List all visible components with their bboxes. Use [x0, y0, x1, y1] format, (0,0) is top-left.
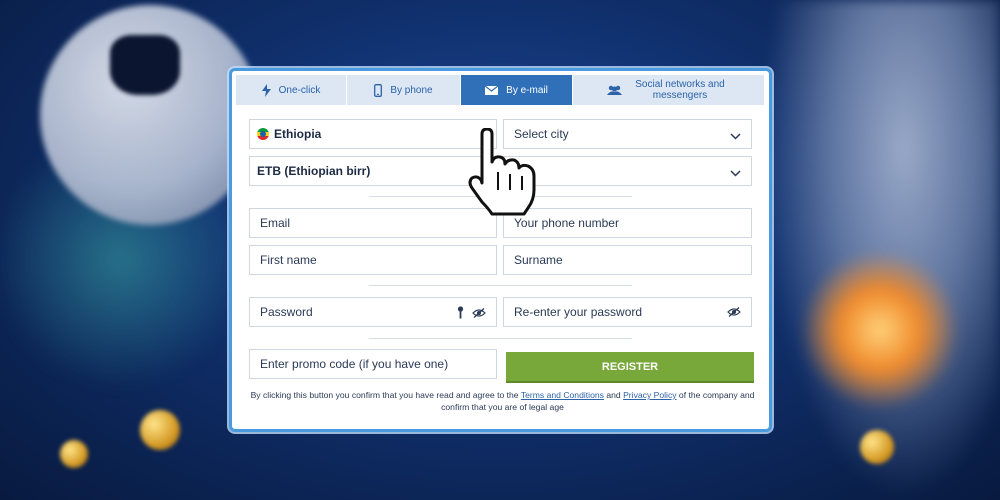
first-name-field[interactable] — [249, 245, 497, 275]
divider — [369, 285, 632, 286]
football-patch — [110, 35, 180, 95]
coin-image — [60, 440, 88, 468]
tab-one-click[interactable]: One-click — [236, 75, 347, 105]
email-field[interactable] — [249, 208, 497, 238]
privacy-link[interactable]: Privacy Policy — [623, 390, 676, 400]
reenter-password-field[interactable] — [503, 297, 752, 327]
people-icon — [607, 85, 622, 96]
legal-text: and — [603, 390, 624, 400]
eye-slash-icon[interactable] — [727, 306, 741, 320]
coin-image — [140, 410, 180, 450]
country-value: Ethiopia — [274, 127, 322, 141]
key-icon[interactable] — [457, 306, 464, 322]
phone-input[interactable] — [514, 216, 741, 230]
chevron-down-icon — [730, 129, 741, 143]
registration-tabs: One-click By phone By e-mail Social netw… — [236, 75, 765, 105]
coin-image — [860, 430, 894, 464]
tab-label: One-click — [278, 84, 321, 96]
legal-notice: By clicking this button you confirm that… — [250, 389, 755, 413]
tab-by-phone[interactable]: By phone — [347, 75, 461, 105]
tab-by-email[interactable]: By e-mail — [461, 75, 573, 105]
tab-label: By phone — [390, 84, 433, 96]
password-field[interactable] — [249, 297, 497, 327]
promo-code-input[interactable] — [260, 357, 486, 371]
password-input[interactable] — [260, 305, 486, 319]
envelope-icon — [485, 85, 499, 95]
tab-label: Social networks and messengers — [635, 79, 725, 101]
hand-pointer-icon — [468, 127, 540, 218]
city-select[interactable]: Select city — [503, 119, 752, 149]
eye-slash-icon[interactable] — [472, 307, 486, 321]
surname-input[interactable] — [514, 253, 741, 267]
tab-label: By e-mail — [506, 84, 548, 96]
register-button[interactable]: REGISTER — [506, 352, 754, 383]
first-name-input[interactable] — [260, 253, 486, 267]
surname-field[interactable] — [503, 245, 752, 275]
fire-glow — [800, 250, 960, 410]
promo-code-field[interactable] — [249, 349, 497, 379]
currency-value: ETB (Ethiopian birr) — [257, 164, 371, 178]
reenter-password-input[interactable] — [514, 305, 741, 319]
email-input[interactable] — [260, 216, 486, 230]
tab-social-networks[interactable]: Social networks and messengers — [573, 75, 765, 105]
country-select[interactable]: Ethiopia — [249, 119, 497, 149]
divider — [369, 338, 632, 339]
phone-icon — [374, 83, 383, 97]
registration-form: One-click By phone By e-mail Social netw… — [229, 68, 772, 432]
legal-text: By clicking this button you confirm that… — [250, 390, 521, 400]
chevron-down-icon — [730, 166, 741, 180]
phone-field[interactable] — [503, 208, 752, 238]
lightning-icon — [261, 83, 271, 97]
ethiopia-flag-icon — [257, 128, 269, 140]
terms-link[interactable]: Terms and Conditions — [521, 390, 604, 400]
